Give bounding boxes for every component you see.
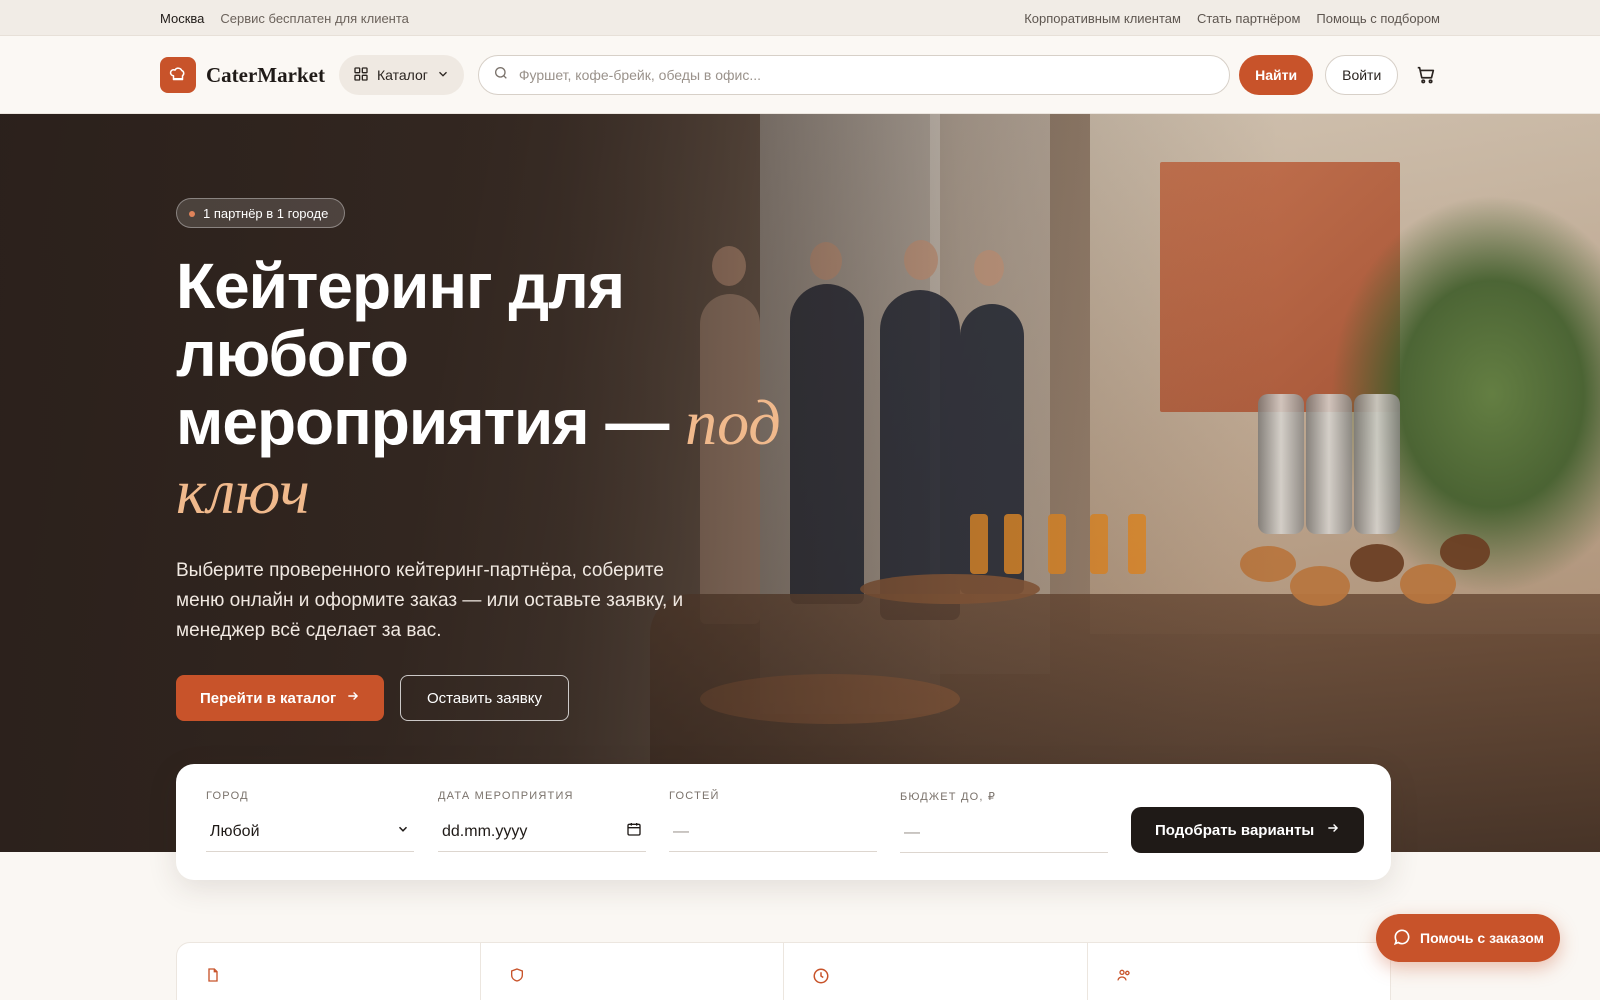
find-options-button[interactable]: Подобрать варианты: [1131, 807, 1365, 853]
city-select[interactable]: Любой: [206, 812, 414, 852]
arrow-right-icon: [1326, 821, 1340, 839]
find-button[interactable]: Найти: [1239, 55, 1314, 95]
date-filter: ДАТА МЕРОПРИЯТИЯ dd.mm.yyyy: [438, 790, 646, 852]
brand-name: CaterMarket: [206, 62, 325, 87]
chef-hat-icon: [160, 57, 196, 93]
catalog-label: Каталог: [376, 67, 428, 83]
service-tagline: Сервис бесплатен для клиента: [220, 10, 409, 26]
site-header: CaterMarket Каталог Найти Войти: [0, 36, 1600, 114]
chevron-down-icon: [436, 67, 450, 84]
feature-card: [481, 943, 784, 1000]
badge-text: 1 партнёр в 1 городе: [203, 205, 329, 221]
top-utility-bar: Москва Сервис бесплатен для клиента Корп…: [0, 0, 1600, 36]
city-selector[interactable]: Москва: [160, 11, 204, 26]
clock-icon: [812, 967, 830, 990]
login-button[interactable]: Войти: [1325, 55, 1399, 95]
find-options-label: Подобрать варианты: [1155, 821, 1315, 839]
chevron-down-icon: [396, 822, 410, 841]
budget-filter: БЮДЖЕТ ДО, ₽ —: [900, 790, 1108, 853]
link-help-selection[interactable]: Помощь с подбором: [1316, 11, 1440, 26]
partner-count-badge: 1 партнёр в 1 городе: [176, 198, 346, 228]
guests-input[interactable]: —: [669, 812, 877, 852]
date-input-placeholder: dd.mm.yyyy: [442, 822, 528, 840]
help-with-order-button[interactable]: Помочь с заказом: [1376, 914, 1560, 962]
feature-card: [177, 943, 481, 1000]
date-input[interactable]: dd.mm.yyyy: [438, 812, 646, 852]
hero-title: Кейтеринг для любого мероприятия — под к…: [176, 252, 816, 526]
arrow-right-icon: [346, 689, 360, 707]
help-with-order-label: Помочь с заказом: [1420, 930, 1544, 946]
brand-logo[interactable]: CaterMarket: [160, 57, 325, 93]
budget-filter-label: БЮДЖЕТ ДО, ₽: [900, 791, 997, 803]
status-dot-icon: [189, 211, 195, 217]
city-select-value: Любой: [210, 822, 260, 840]
document-icon: [205, 967, 221, 988]
search-icon: [493, 65, 509, 86]
date-filter-label: ДАТА МЕРОПРИЯТИЯ: [438, 790, 574, 802]
guests-filter: ГОСТЕЙ —: [669, 790, 877, 852]
link-corporate-clients[interactable]: Корпоративным клиентам: [1024, 11, 1181, 26]
chat-bubble-icon: [1392, 927, 1412, 950]
catalog-button[interactable]: Каталог: [338, 55, 464, 95]
go-to-catalog-button[interactable]: Перейти в каталог: [176, 675, 385, 721]
hero-title-main: Кейтеринг для любого мероприятия —: [176, 250, 686, 458]
users-icon: [1116, 967, 1132, 988]
hero-subtitle: Выберите проверенного кейтеринг-партнёра…: [176, 560, 684, 641]
calendar-icon[interactable]: [626, 821, 642, 842]
guests-filter-label: ГОСТЕЙ: [669, 790, 720, 802]
link-become-partner[interactable]: Стать партнёром: [1197, 11, 1300, 26]
feature-card: [1088, 943, 1391, 1000]
budget-input-placeholder: —: [904, 823, 920, 841]
city-filter-label: ГОРОД: [206, 790, 249, 802]
budget-input[interactable]: —: [900, 813, 1108, 853]
search-bar[interactable]: [477, 55, 1231, 95]
go-to-catalog-label: Перейти в каталог: [200, 689, 337, 707]
cart-icon[interactable]: [1412, 61, 1440, 89]
grid-icon: [353, 66, 369, 85]
search-input[interactable]: [518, 67, 1216, 83]
leave-request-button[interactable]: Оставить заявку: [400, 675, 569, 721]
features-strip: [176, 942, 1391, 1000]
shield-icon: [509, 967, 525, 988]
guests-input-placeholder: —: [673, 822, 689, 840]
event-filter-card: ГОРОД Любой ДАТА МЕРОПРИЯТИЯ dd.mm.yyyy …: [176, 764, 1391, 880]
feature-card: [784, 943, 1088, 1000]
city-filter: ГОРОД Любой: [206, 790, 414, 852]
